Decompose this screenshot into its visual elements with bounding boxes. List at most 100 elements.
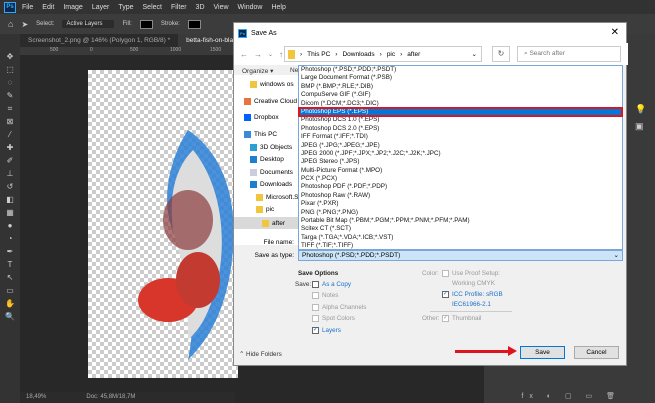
learn-icon[interactable]: 💡 (635, 104, 647, 115)
file-type-option[interactable]: Photoshop EPS (*.EPS) (298, 106, 623, 118)
file-type-option[interactable]: Photoshop DCS 2.0 (*.EPS) (299, 125, 622, 133)
file-type-option[interactable]: Targa (*.TGA;*.VDA;*.ICB;*.VST) (299, 234, 622, 242)
shape-icon[interactable]: ▭ (4, 286, 16, 295)
frame-icon[interactable]: ⊠ (4, 117, 16, 126)
file-type-option[interactable]: Photoshop PDF (*.PDF;*.PDP) (299, 183, 622, 191)
file-type-option[interactable]: BMP (*.BMP;*.RLE;*.DIB) (299, 83, 622, 91)
lasso-icon[interactable]: ◌ (4, 78, 16, 87)
stroke-swatch[interactable] (187, 19, 201, 29)
quick-select-icon[interactable]: ✎ (4, 91, 16, 100)
forward-icon[interactable]: → (254, 50, 262, 59)
select-dropdown[interactable]: Active Layers (62, 20, 115, 28)
dodge-icon[interactable]: ◔ (4, 234, 16, 243)
file-type-option[interactable]: Pixar (*.PXR) (299, 200, 622, 208)
eyedropper-icon[interactable]: ⁄ (4, 130, 16, 139)
nav-item-desktop[interactable]: Desktop (250, 156, 284, 163)
tab-screenshot[interactable]: Screenshot_2.png @ 146% (Polygon 1, RGB/… (20, 34, 178, 47)
zoom-level[interactable]: 18,49% (26, 394, 46, 401)
file-type-option[interactable]: Photoshop Raw (*.RAW) (299, 192, 622, 200)
file-type-option[interactable]: Photoshop (*.PSD;*.PDD;*.PSDT) (299, 66, 622, 74)
save-button[interactable]: Save (520, 346, 565, 359)
chevron-down-icon[interactable]: ⌄ (472, 50, 477, 58)
menu-type[interactable]: Type (118, 4, 133, 11)
file-type-option[interactable]: PCX (*.PCX) (299, 175, 622, 183)
menu-edit[interactable]: Edit (42, 4, 54, 11)
menu-select[interactable]: Select (143, 4, 162, 11)
file-type-option[interactable]: Portable Bit Map (*.PBM;*.PGM;*.PPM;*.PN… (299, 217, 622, 225)
marquee-icon[interactable]: ⬚ (4, 65, 16, 74)
nav-item-creative-cloud[interactable]: Creative Cloud (244, 98, 297, 105)
move-icon[interactable]: ✥ (4, 52, 16, 61)
nav-item-downloads[interactable]: Downloads (250, 181, 292, 188)
menu-image[interactable]: Image (63, 4, 82, 11)
gradient-icon[interactable]: ▦ (4, 208, 16, 217)
layers-checkbox[interactable]: ✓ Layers (312, 327, 341, 334)
file-type-dropdown-list[interactable]: Photoshop (*.PSD;*.PDD;*.PSDT) Large Docu… (298, 65, 623, 250)
blur-icon[interactable]: ● (4, 221, 16, 230)
up-icon[interactable]: ↑ (279, 50, 283, 59)
eraser-icon[interactable]: ◧ (4, 195, 16, 204)
back-icon[interactable]: ← (240, 50, 248, 59)
brush-icon[interactable]: ✐ (4, 156, 16, 165)
recent-chevron-icon[interactable]: ⌄ (268, 51, 273, 58)
menu-layer[interactable]: Layer (92, 4, 110, 11)
file-type-option[interactable]: JPEG 2000 (*.JPF;*.JPX;*.JP2;*.J2C;*.J2K… (299, 150, 622, 158)
menu-view[interactable]: View (214, 4, 229, 11)
file-type-option[interactable]: JPEG (*.JPG;*.JPEG;*.JPE) (299, 142, 622, 150)
fill-swatch[interactable] (139, 19, 153, 29)
zoom-icon[interactable]: 🔍 (4, 312, 16, 321)
nav-item-after[interactable]: after (234, 217, 298, 229)
menu-filter[interactable]: Filter (171, 4, 187, 11)
type-icon[interactable]: T (4, 260, 16, 269)
nav-item-microsoft[interactable]: Microsoft.Sk (256, 194, 302, 201)
file-type-option[interactable]: Multi-Picture Format (*.MPO) (299, 167, 622, 175)
file-type-option[interactable]: IFF Format (*.IFF;*.TDI) (299, 133, 622, 141)
pen-icon[interactable]: ✒ (4, 247, 16, 256)
history-brush-icon[interactable]: ↺ (4, 182, 16, 191)
search-input[interactable]: ⌕ Search after (517, 46, 621, 62)
path-select-icon[interactable]: ↖ (4, 273, 16, 282)
close-icon[interactable]: ✕ (611, 27, 619, 38)
file-type-option[interactable]: JPEG Stereo (*.JPS) (299, 158, 622, 166)
libraries-icon[interactable]: ▣ (635, 121, 647, 132)
menu-help[interactable]: Help (271, 4, 285, 11)
nav-item-dropbox[interactable]: Dropbox (244, 114, 279, 121)
save-as-type-select[interactable]: Photoshop (*.PSD;*.PDD;*.PSDT) ⌄ (298, 250, 623, 261)
healing-icon[interactable]: ✚ (4, 143, 16, 152)
cancel-button[interactable]: Cancel (574, 346, 619, 359)
file-type-option[interactable]: Scitex CT (*.SCT) (299, 225, 622, 233)
breadcrumb-downloads[interactable]: Downloads (342, 51, 374, 58)
use-proof-checkbox: Use Proof Setup: (442, 270, 500, 277)
menu-file[interactable]: File (22, 4, 33, 11)
breadcrumb-after[interactable]: after (407, 51, 420, 58)
crop-icon[interactable]: ⌗ (4, 104, 16, 113)
file-type-option[interactable]: Dicom (*.DCM;*.DC3;*.DIC) (299, 100, 622, 108)
layer-actions[interactable]: fx ◐ ▢ ▭ 🗑 (521, 392, 621, 400)
nav-item-pic[interactable]: pic (256, 206, 274, 213)
refresh-icon[interactable]: ↻ (492, 46, 510, 62)
nav-item-windows-os[interactable]: windows os (250, 81, 294, 88)
organize-button[interactable]: Organize ▾ (242, 67, 273, 75)
hand-icon[interactable]: ✋ (4, 299, 16, 308)
stamp-icon[interactable]: ⊥ (4, 169, 16, 178)
hide-folders-button[interactable]: ⌃ Hide Folders (239, 351, 282, 358)
save-label: Save: (295, 281, 312, 288)
document-canvas[interactable] (88, 70, 238, 378)
file-name-label: File name: (263, 239, 294, 246)
nav-item-documents[interactable]: Documents (250, 169, 293, 176)
home-icon[interactable]: ⌂ (8, 19, 13, 29)
menu-3d[interactable]: 3D (196, 4, 205, 11)
nav-item-3d-objects[interactable]: 3D Objects (250, 144, 292, 151)
breadcrumb-pic[interactable]: pic (387, 51, 395, 58)
menu-window[interactable]: Window (238, 4, 263, 11)
move-tool-icon[interactable]: ➤ (21, 20, 28, 29)
file-type-option[interactable]: PNG (*.PNG;*.PNG) (299, 209, 622, 217)
icc-profile-checkbox[interactable]: ✓ ICC Profile: sRGB (442, 291, 503, 298)
file-type-option[interactable]: CompuServe GIF (*.GIF) (299, 91, 622, 99)
file-type-option[interactable]: Photoshop DCS 1.0 (*.EPS) (299, 116, 622, 124)
file-type-option[interactable]: Large Document Format (*.PSB) (299, 74, 622, 82)
address-bar[interactable]: › This PC › Downloads › pic › after ⌄ (284, 46, 482, 62)
breadcrumb-this-pc[interactable]: This PC (307, 51, 330, 58)
as-a-copy-checkbox[interactable]: As a Copy (312, 281, 351, 288)
nav-item-this-pc[interactable]: This PC (244, 131, 277, 138)
